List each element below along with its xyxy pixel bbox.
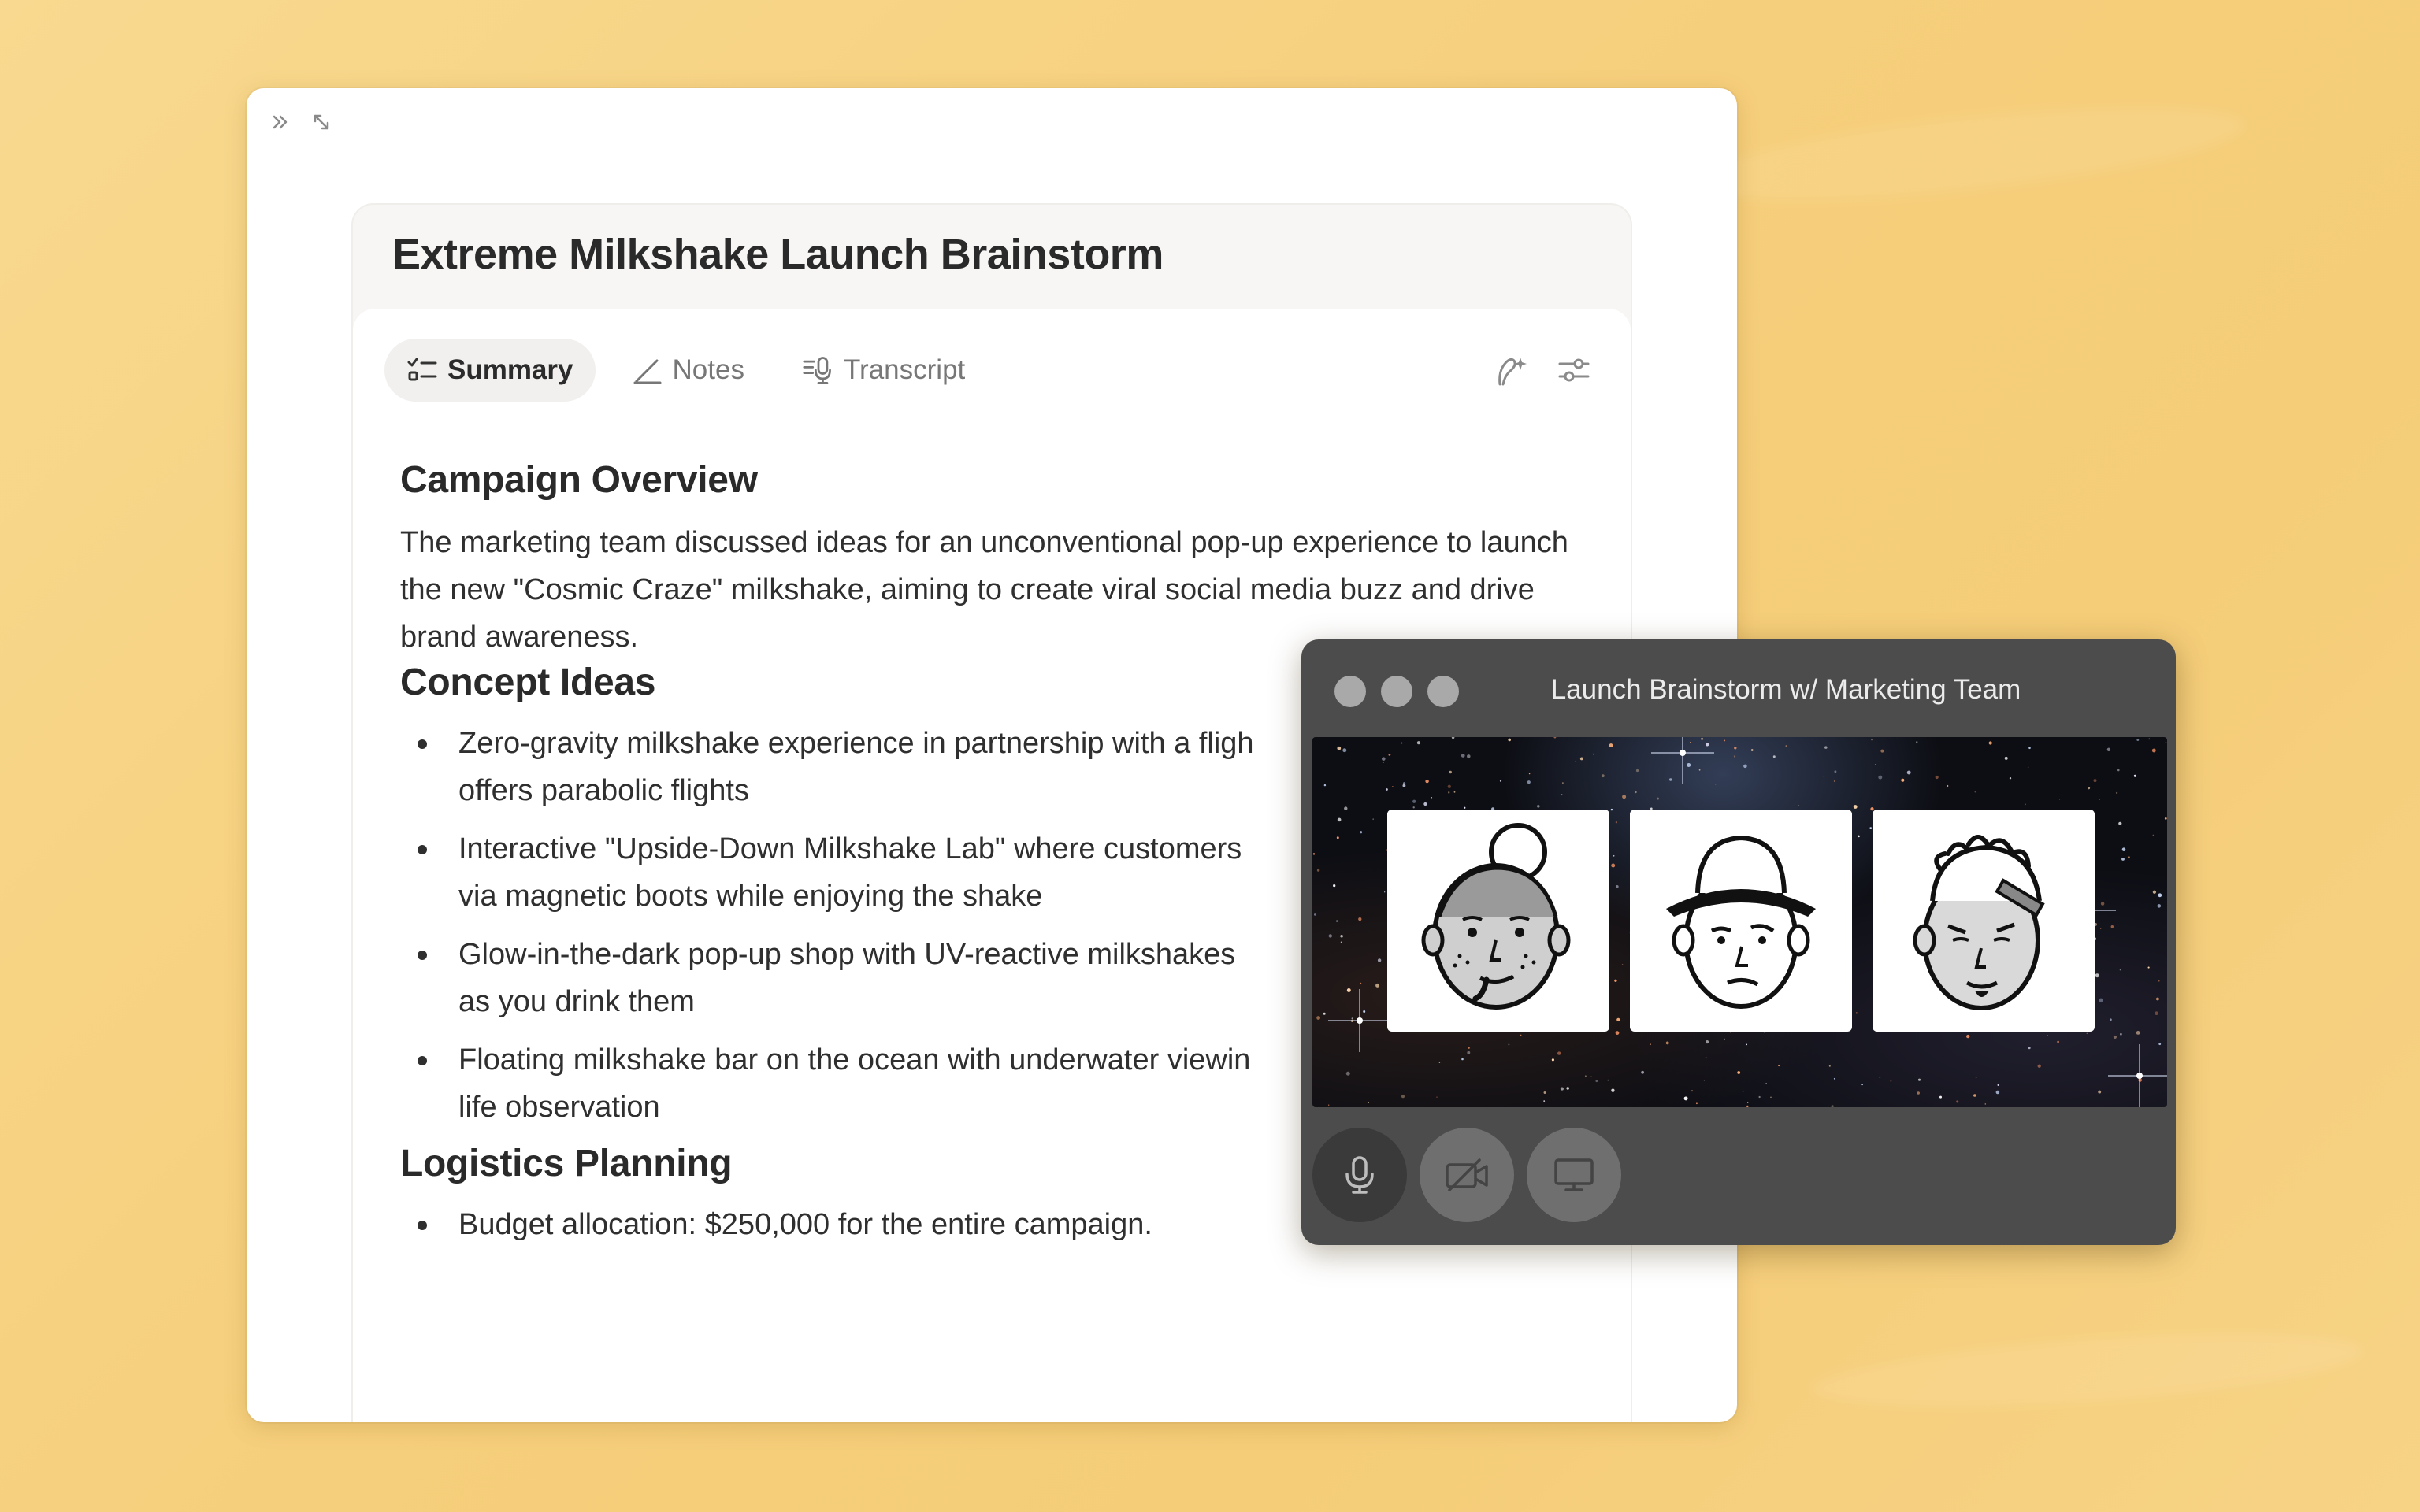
- screen-share-button[interactable]: [1527, 1128, 1621, 1222]
- participant-bucket-hat-avatar: [1666, 835, 1816, 1009]
- background-streak: [1810, 1319, 2365, 1421]
- participant-tiles: [1387, 810, 2095, 1032]
- call-controls: [1312, 1128, 1621, 1222]
- sparkle-edit-icon[interactable]: [1495, 353, 1530, 387]
- list-item-line: via magnetic boots while enjoying the sh…: [458, 880, 1043, 913]
- tab-notes[interactable]: Notes: [610, 339, 766, 402]
- video-call-window: Launch Brainstorm w/ Marketing Team: [1301, 639, 2176, 1245]
- list-item-line: Zero-gravity milkshake experience in par…: [458, 727, 1254, 760]
- tab-transcript[interactable]: Transcript: [781, 339, 987, 402]
- tab-notes-label: Notes: [672, 354, 744, 385]
- list-item-line: as you drink them: [458, 985, 695, 1018]
- video-grid: [1312, 737, 2167, 1107]
- transcript-mic-icon: [803, 354, 834, 386]
- participant-dreadlocks-avatar: [1913, 835, 2045, 1010]
- participant-tile[interactable]: [1630, 810, 1852, 1032]
- view-tabs: Summary Notes Transcript: [384, 339, 987, 402]
- list-item-line: Glow-in-the-dark pop-up shop with UV-rea…: [458, 938, 1236, 971]
- list-item-line: life observation: [458, 1091, 660, 1124]
- microphone-button[interactable]: [1312, 1128, 1407, 1222]
- camera-off-icon: [1446, 1158, 1488, 1191]
- call-title: Launch Brainstorm w/ Marketing Team: [1550, 674, 2021, 705]
- monitor-icon: [1554, 1158, 1594, 1191]
- microphone-icon: [1345, 1156, 1374, 1194]
- window-toolbar: [265, 107, 336, 137]
- document-actions: [1495, 353, 1591, 387]
- background-streak: [1691, 89, 2247, 218]
- list-item-line: Floating milkshake bar on the ocean with…: [458, 1043, 1251, 1077]
- expand-icon[interactable]: [306, 107, 336, 137]
- sliders-icon[interactable]: [1557, 353, 1591, 387]
- page-title: Extreme Milkshake Launch Brainstorm: [392, 231, 1164, 278]
- pen-icon: [632, 354, 663, 386]
- checklist-icon: [406, 354, 438, 386]
- list-item-line: Interactive "Upside-Down Milkshake Lab" …: [458, 832, 1242, 865]
- tab-summary[interactable]: Summary: [384, 339, 596, 402]
- camera-off-button[interactable]: [1420, 1128, 1514, 1222]
- tab-transcript-label: Transcript: [843, 354, 966, 385]
- participant-tile[interactable]: [1387, 810, 1609, 1032]
- sidebar-collapse-icon[interactable]: [265, 107, 295, 137]
- list-item-line: offers parabolic flights: [458, 774, 749, 807]
- section-heading: Campaign Overview: [400, 459, 758, 501]
- participant-bun-hair-avatar: [1421, 823, 1571, 1010]
- tab-summary-label: Summary: [447, 354, 573, 385]
- participant-tile[interactable]: [1873, 810, 2095, 1032]
